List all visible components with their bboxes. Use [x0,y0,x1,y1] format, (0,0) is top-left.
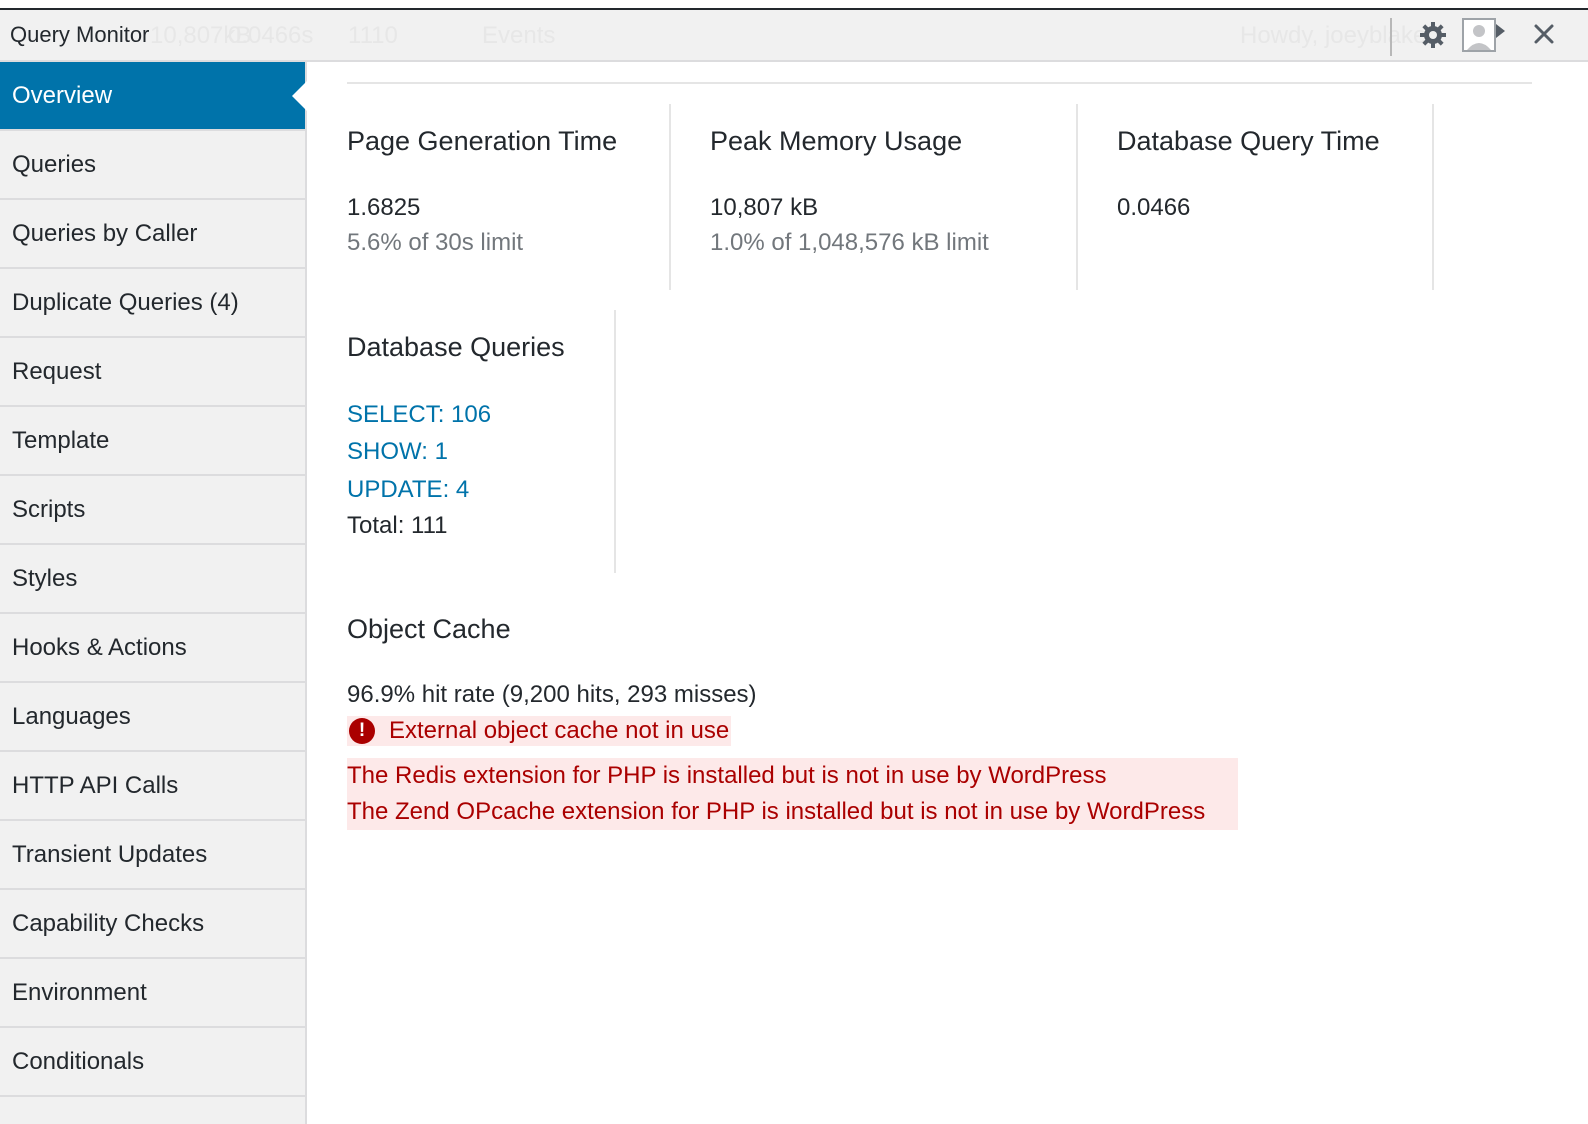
sidebar-item-hooks-actions[interactable]: Hooks & Actions [0,614,305,683]
panel-sidebar: Overview Queries Queries by Caller Dupli… [0,62,307,1124]
sidebar-item-languages[interactable]: Languages [0,683,305,752]
warning-icon: ! [349,718,375,744]
sidebar-item-scripts[interactable]: Scripts [0,476,305,545]
db-queries-heading: Database Queries [347,332,565,362]
ghost-howdy: Howdy, joeyblake [1240,22,1427,49]
sidebar-item-duplicate-queries[interactable]: Duplicate Queries (4) [0,269,305,338]
peak-memory-heading: Peak Memory Usage [710,126,963,156]
column-divider [669,104,671,290]
query-type-select-link[interactable]: SELECT: 106 [347,401,491,429]
peak-memory-value: 10,807 kB [710,194,819,221]
sidebar-item-transient-updates[interactable]: Transient Updates [0,821,305,890]
column-divider [1076,104,1078,290]
redis-notice: The Redis extension for PHP is installed… [347,762,1107,789]
warning-text: External object cache not in use [389,717,730,744]
object-cache-heading: Object Cache [347,614,511,644]
sidebar-item-template[interactable]: Template [0,407,305,476]
page-generation-value: 1.6825 [347,194,421,221]
section-divider [347,82,1532,84]
opcache-notice: The Zend OPcache extension for PHP is in… [347,798,1206,825]
db-query-time-heading: Database Query Time [1117,126,1380,156]
ghost-queries: 1110 [348,22,398,49]
peak-memory-limit: 1.0% of 1,048,576 kB limit [710,229,989,256]
sidebar-item-conditionals[interactable]: Conditionals [0,1028,305,1097]
toolbar-divider [1390,18,1392,56]
sidebar-item-overview[interactable]: Overview [0,62,307,131]
sidebar-item-http-api-calls[interactable]: HTTP API Calls [0,752,305,821]
avatar-icon[interactable] [1462,18,1506,52]
column-divider [1432,104,1434,290]
sidebar-item-queries[interactable]: Queries [0,131,305,200]
query-type-update-link[interactable]: UPDATE: 4 [347,476,469,504]
sidebar-item-environment[interactable]: Environment [0,959,305,1028]
gear-icon[interactable] [1418,20,1448,50]
object-cache-warning: ! External object cache not in use [347,716,732,746]
query-total: Total: 111 [347,512,448,539]
title-bar: 10,807kB 0.0466s 1110 Events Howdy, joey… [0,10,1588,62]
close-icon[interactable] [1530,20,1558,48]
overview-panel: Page Generation Time 1.6825 5.6% of 30s … [309,62,1588,1124]
sidebar-item-request[interactable]: Request [0,338,305,407]
sidebar-item-queries-by-caller[interactable]: Queries by Caller [0,200,305,269]
sidebar-item-capability-checks[interactable]: Capability Checks [0,890,305,959]
cache-hit-rate: 96.9% hit rate (9,200 hits, 293 misses) [347,681,757,708]
query-type-show-link[interactable]: SHOW: 1 [347,438,448,466]
cache-notices: The Redis extension for PHP is installed… [347,758,1238,830]
column-divider [614,310,616,573]
ghost-time: 0.0466s [228,22,314,49]
ghost-events: Events [482,22,556,49]
page-generation-limit: 5.6% of 30s limit [347,229,524,256]
window-top-edge [0,0,1588,10]
panel-title: Query Monitor [10,22,150,47]
page-generation-heading: Page Generation Time [347,126,618,156]
sidebar-item-styles[interactable]: Styles [0,545,305,614]
db-query-time-value: 0.0466 [1117,194,1191,221]
